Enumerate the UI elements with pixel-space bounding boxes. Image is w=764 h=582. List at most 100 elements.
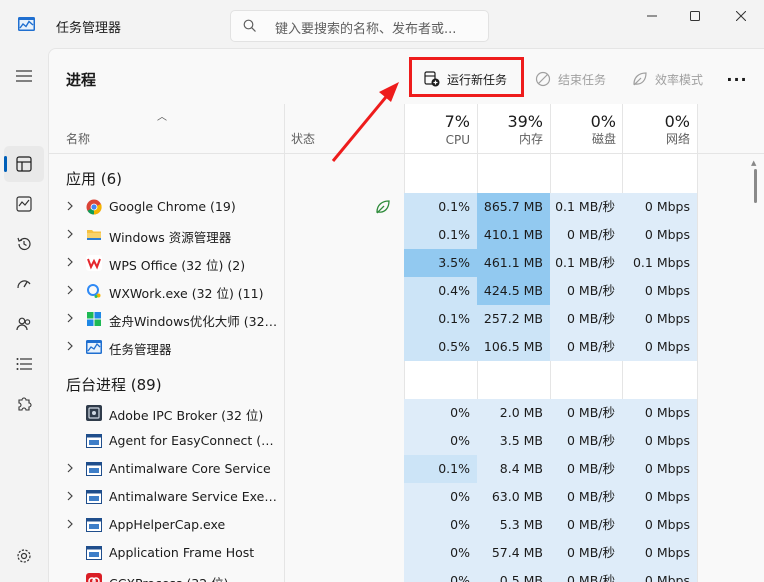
network-total-percent[interactable]: 0% xyxy=(622,112,690,131)
network-cell: 0 Mbps xyxy=(622,455,697,483)
network-cell: 0 Mbps xyxy=(622,193,697,221)
expand-chevron-icon[interactable] xyxy=(66,313,74,323)
hamburger-menu-button[interactable] xyxy=(4,58,44,94)
adobe-cc-icon xyxy=(86,573,102,582)
memory-cell: 424.5 MB xyxy=(477,277,550,305)
cpu-cell: 0.1% xyxy=(404,455,477,483)
network-cell: 0 Mbps xyxy=(622,305,697,333)
column-cpu-header[interactable]: CPU xyxy=(404,133,470,147)
column-memory-header[interactable]: 内存 xyxy=(477,130,543,147)
title-bar: 任务管理器 键入要搜索的名称、发布者或... xyxy=(0,0,764,48)
disk-cell: 0 MB/秒 xyxy=(550,305,622,333)
end-task-label: 结束任务 xyxy=(558,72,607,87)
network-cell: 0 Mbps xyxy=(622,511,697,539)
cpu-cell: 0% xyxy=(404,399,477,427)
memory-cell: 0.5 MB xyxy=(477,567,550,582)
performance-icon xyxy=(16,196,32,212)
nav-users[interactable] xyxy=(4,306,44,342)
process-row[interactable]: Adobe IPC Broker (32 位) 0% 2.0 MB 0 MB/秒 0 M… xyxy=(49,399,752,427)
expand-chevron-icon[interactable] xyxy=(66,257,74,267)
expand-chevron-icon[interactable] xyxy=(66,491,74,501)
efficiency-mode-button[interactable]: 效率模式 xyxy=(632,67,703,91)
search-icon xyxy=(243,19,256,32)
adobe-ipc-icon xyxy=(86,405,102,421)
scroll-up-arrow-icon[interactable]: ▲ xyxy=(751,159,756,167)
process-row[interactable]: 任务管理器 0.5% 106.5 MB 0 MB/秒 0 Mbps xyxy=(49,333,752,361)
close-icon xyxy=(736,11,746,21)
expand-chevron-icon[interactable] xyxy=(66,519,74,529)
process-row[interactable]: Application Frame Host 0% 57.4 MB 0 MB/秒 0 M… xyxy=(49,539,752,567)
more-options-button[interactable]: ··· xyxy=(725,67,749,91)
cpu-cell: 3.5% xyxy=(404,249,477,277)
search-box[interactable]: 键入要搜索的名称、发布者或... xyxy=(230,10,489,42)
app-window-icon xyxy=(86,517,102,533)
expand-chevron-icon[interactable] xyxy=(66,463,74,473)
sort-caret-up-icon[interactable]: ︿ xyxy=(157,108,167,123)
process-row[interactable]: Google Chrome (19) 0.1% 865.7 MB 0.1 MB/秒 0 … xyxy=(49,193,752,221)
process-row[interactable]: Windows 资源管理器 0.1% 410.1 MB 0 MB/秒 0 Mbps xyxy=(49,221,752,249)
users-icon xyxy=(16,317,31,331)
disk-total-percent[interactable]: 0% xyxy=(550,112,616,131)
process-name: Adobe IPC Broker (32 位) xyxy=(109,408,264,423)
cpu-total-percent[interactable]: 7% xyxy=(404,112,470,131)
process-row[interactable]: Agent for EasyConnect (32 ... 0% 3.5 MB 0 M… xyxy=(49,427,752,455)
nav-services[interactable] xyxy=(4,386,44,422)
nav-processes[interactable] xyxy=(4,146,44,182)
nav-details[interactable] xyxy=(4,346,44,382)
process-row[interactable]: 金舟Windows优化大师 (32 ... 0.1% 257.2 MB 0 MB/秒 0… xyxy=(49,305,752,333)
memory-cell: 461.1 MB xyxy=(477,249,550,277)
wps-icon xyxy=(86,255,102,271)
nav-startup-apps[interactable] xyxy=(4,266,44,302)
memory-cell: 410.1 MB xyxy=(477,221,550,249)
memory-total-percent[interactable]: 39% xyxy=(477,112,543,131)
memory-cell: 257.2 MB xyxy=(477,305,550,333)
apps-section-header: 应用 (6) xyxy=(66,170,123,188)
process-row[interactable]: AppHelperCap.exe 0% 5.3 MB 0 MB/秒 0 Mbps xyxy=(49,511,752,539)
cpu-cell: 0% xyxy=(404,427,477,455)
disk-cell: 0 MB/秒 xyxy=(550,539,622,567)
process-row[interactable]: Antimalware Core Service 0.1% 8.4 MB 0 MB/秒… xyxy=(49,455,752,483)
expand-chevron-icon[interactable] xyxy=(66,285,74,295)
disk-cell: 0 MB/秒 xyxy=(550,277,622,305)
disk-cell: 0 MB/秒 xyxy=(550,427,622,455)
app-window-icon xyxy=(86,461,102,477)
cpu-cell: 0.1% xyxy=(404,221,477,249)
column-name-header[interactable]: 名称 xyxy=(66,130,90,147)
nav-app-history[interactable] xyxy=(4,226,44,262)
expand-chevron-icon[interactable] xyxy=(66,229,74,239)
process-row[interactable]: Antimalware Service Execut... 0% 63.0 MB 0 … xyxy=(49,483,752,511)
vertical-scrollbar-thumb[interactable] xyxy=(754,169,757,203)
process-row[interactable]: WPS Office (32 位) (2) 3.5% 461.1 MB 0.1 MB/… xyxy=(49,249,752,277)
wxwork-icon xyxy=(86,283,102,299)
maximize-button[interactable] xyxy=(672,0,718,32)
network-cell: 0 Mbps xyxy=(622,333,697,361)
nav-settings[interactable] xyxy=(4,538,44,574)
memory-cell: 3.5 MB xyxy=(477,427,550,455)
process-row[interactable]: CCXProcess (32 位) 0%0.5 MB0 MB/秒0 Mbps xyxy=(49,567,752,582)
minimize-button[interactable] xyxy=(629,0,675,32)
process-name: 金舟Windows优化大师 (32 ... xyxy=(109,314,279,329)
network-cell: 0.1 Mbps xyxy=(622,249,697,277)
expand-chevron-icon[interactable] xyxy=(66,341,74,351)
app-window-icon xyxy=(86,489,102,505)
cpu-cell: 0% xyxy=(404,511,477,539)
folder-icon xyxy=(86,227,102,243)
disk-cell: 0.1 MB/秒 xyxy=(550,249,622,277)
services-puzzle-icon xyxy=(18,397,32,411)
navigation-pane xyxy=(0,48,48,582)
column-network-header[interactable]: 网络 xyxy=(622,130,690,147)
process-row[interactable]: WXWork.exe (32 位) (11) 0.4% 424.5 MB 0 MB/秒… xyxy=(49,277,752,305)
processes-icon xyxy=(16,156,32,172)
close-button[interactable] xyxy=(718,0,764,32)
cpu-cell: 0.5% xyxy=(404,333,477,361)
app-title: 任务管理器 xyxy=(56,21,122,36)
expand-chevron-icon[interactable] xyxy=(66,201,74,211)
process-name: Google Chrome (19) xyxy=(109,199,236,214)
end-task-button[interactable]: 结束任务 xyxy=(535,67,606,91)
nav-performance[interactable] xyxy=(4,186,44,222)
memory-cell: 63.0 MB xyxy=(477,483,550,511)
column-status-header[interactable]: 状态 xyxy=(291,130,315,147)
disk-cell: 0.1 MB/秒 xyxy=(550,193,622,221)
column-disk-header[interactable]: 磁盘 xyxy=(550,130,616,147)
disk-cell: 0 MB/秒 xyxy=(550,333,622,361)
